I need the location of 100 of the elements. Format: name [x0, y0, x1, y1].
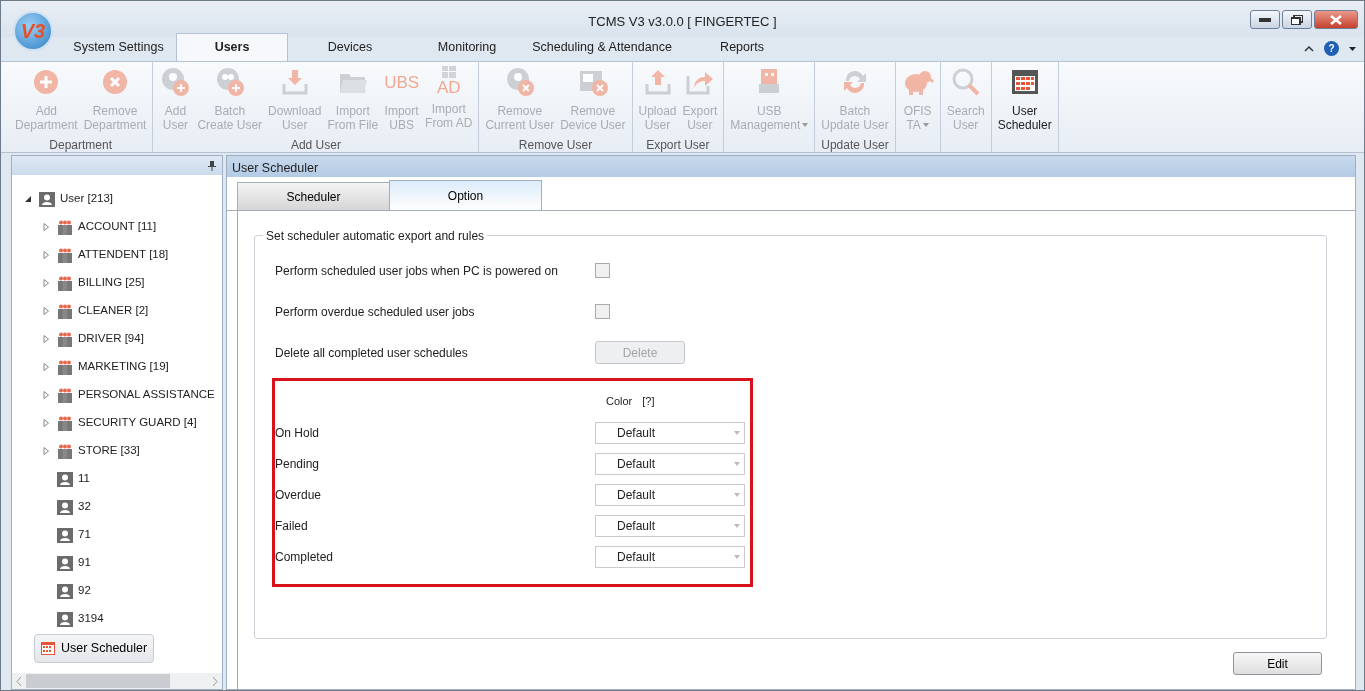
- group-icon: [57, 247, 73, 263]
- color-dropdown[interactable]: Default: [595, 483, 745, 506]
- user-icon: [57, 555, 73, 571]
- close-icon: [1330, 14, 1342, 25]
- panel-title: User Scheduler: [227, 156, 1355, 177]
- tree-item[interactable]: STORE [33]: [78, 442, 140, 460]
- scroll-right-icon[interactable]: [212, 676, 218, 686]
- collapse-icon[interactable]: [1304, 45, 1314, 52]
- window-title: TCMS V3 v3.0.0 [ FINGERTEC ]: [588, 13, 777, 31]
- tree-item[interactable]: 71: [78, 526, 91, 544]
- status-label: Completed: [275, 548, 335, 566]
- user-scheduler-button[interactable]: User Scheduler: [34, 634, 155, 663]
- group-label: Export User: [645, 137, 711, 152]
- close-button[interactable]: [1314, 10, 1358, 29]
- restore-icon: [1291, 14, 1303, 25]
- collapsed-icon[interactable]: [42, 251, 50, 259]
- checkbox[interactable]: [595, 263, 610, 278]
- minimize-icon: [1259, 17, 1271, 22]
- color-dropdown[interactable]: Default: [595, 452, 745, 475]
- menu-tab[interactable]: System Settings: [61, 33, 176, 61]
- scroll-left-icon[interactable]: [16, 676, 22, 686]
- tree-item[interactable]: CLEANER [2]: [78, 302, 149, 320]
- color-dropdown[interactable]: Default: [595, 514, 745, 537]
- dropdown-arrow-icon: [734, 430, 740, 435]
- tree-item[interactable]: MARKETING [19]: [78, 358, 169, 376]
- group-label: Update User: [820, 137, 890, 152]
- color-dropdown[interactable]: Default: [595, 421, 745, 444]
- group-icon: [57, 303, 73, 319]
- expanded-icon[interactable]: [24, 195, 32, 203]
- tree-item[interactable]: ATTENDENT [18]: [78, 246, 169, 264]
- windows-icon: [441, 66, 456, 78]
- minimize-button[interactable]: [1250, 10, 1280, 29]
- user-icon: [57, 499, 73, 515]
- tree-item[interactable]: User [213]: [60, 190, 114, 208]
- tab[interactable]: Option: [389, 180, 542, 210]
- tree-item[interactable]: 11: [78, 470, 90, 488]
- status-label: On Hold: [275, 424, 321, 442]
- help-icon[interactable]: ?: [1324, 41, 1339, 56]
- tree-item[interactable]: BILLING [25]: [78, 274, 145, 292]
- tree-item[interactable]: SECURITY GUARD [4]: [78, 414, 197, 432]
- option-label: Delete all completed user schedules: [275, 344, 469, 362]
- horizontal-scrollbar[interactable]: [12, 673, 222, 689]
- restore-button[interactable]: [1282, 10, 1312, 29]
- checkbox[interactable]: [595, 304, 610, 319]
- menu-tab[interactable]: Monitoring: [412, 33, 522, 61]
- status-label: Overdue: [275, 486, 323, 504]
- collapsed-icon[interactable]: [42, 391, 50, 399]
- dropdown-arrow-icon: [734, 461, 740, 466]
- app-logo: V3: [13, 11, 53, 51]
- user-icon: [39, 191, 55, 207]
- group-icon: [57, 415, 73, 431]
- tree-item[interactable]: 91: [78, 554, 91, 572]
- collapsed-icon[interactable]: [42, 279, 50, 287]
- collapsed-icon[interactable]: [42, 447, 50, 455]
- dropdown-arrow-icon: [734, 554, 740, 559]
- calendar-icon: [41, 642, 55, 656]
- menu-tab[interactable]: Scheduling & Attendance: [522, 33, 682, 61]
- color-dropdown[interactable]: Default: [595, 545, 745, 568]
- option-label: Perform scheduled user jobs when PC is powered on: [275, 262, 559, 280]
- tree-item[interactable]: 32: [78, 498, 91, 516]
- collapsed-icon[interactable]: [42, 363, 50, 371]
- user-plus-icon: [159, 66, 192, 98]
- menu-tab[interactable]: Users: [176, 33, 288, 61]
- user-icon: [57, 583, 73, 599]
- status-label: Failed: [275, 517, 309, 535]
- collapsed-icon[interactable]: [42, 419, 50, 427]
- caret-icon[interactable]: [1349, 46, 1356, 51]
- user-icon: [57, 527, 73, 543]
- option-label: Perform overdue scheduled user jobs: [275, 303, 476, 321]
- menu-tab[interactable]: Devices: [288, 33, 412, 61]
- tree-item[interactable]: ACCOUNT [11]: [78, 218, 157, 236]
- dropdown-arrow-icon: [734, 492, 740, 497]
- column-header: Color: [606, 393, 633, 409]
- group-icon: [57, 275, 73, 291]
- collapsed-icon[interactable]: [42, 223, 50, 231]
- tree-item[interactable]: 3194: [78, 610, 104, 628]
- user-icon: [57, 471, 73, 487]
- tree-item[interactable]: DRIVER [94]: [78, 330, 144, 348]
- group-label: Department: [48, 137, 114, 152]
- icon-label: UBS: [384, 71, 420, 94]
- dropdown-arrow-icon: [734, 523, 740, 528]
- tab[interactable]: Scheduler: [237, 182, 390, 210]
- group-icon: [57, 219, 73, 235]
- menu-tab[interactable]: Reports: [682, 33, 802, 61]
- status-label: Pending: [275, 455, 321, 473]
- icon-label: AD: [436, 78, 461, 96]
- pin-icon[interactable]: [208, 160, 216, 171]
- tree-item[interactable]: 92: [78, 582, 91, 600]
- ribbon-button[interactable]: User Scheduler: [994, 64, 1055, 136]
- edit-button[interactable]: Edit: [1233, 652, 1322, 675]
- group-icon: [57, 359, 73, 375]
- collapsed-icon[interactable]: [42, 335, 50, 343]
- group-label: Remove User: [517, 137, 594, 152]
- group-icon: [57, 443, 73, 459]
- help-link[interactable]: [?]: [642, 392, 655, 410]
- group-label: Add User: [289, 137, 342, 152]
- user-icon: [57, 611, 73, 627]
- tree-item[interactable]: PERSONAL ASSISTANCE: [78, 386, 215, 404]
- group-icon: [57, 331, 73, 347]
- collapsed-icon[interactable]: [42, 307, 50, 315]
